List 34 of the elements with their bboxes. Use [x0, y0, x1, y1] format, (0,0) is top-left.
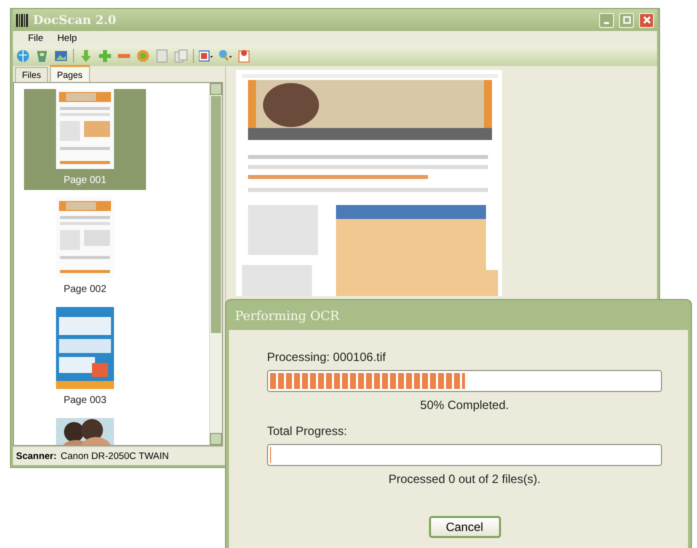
page-thumbnail[interactable]: Page 003 [24, 307, 146, 410]
pages-icon[interactable] [174, 49, 188, 63]
page-label: Page 002 [64, 284, 106, 295]
dialog-title: Performing OCR [234, 306, 341, 325]
page-thumbnail[interactable]: Page 002 [24, 198, 146, 299]
total-progress-label: Total Progress: [267, 424, 348, 438]
down-arrow-icon[interactable] [79, 49, 93, 63]
close-button[interactable] [639, 12, 654, 28]
tab[interactable]: Pages [50, 65, 90, 82]
document-icon[interactable] [155, 49, 169, 63]
window-title: DocScan 2.0 [33, 13, 118, 27]
plus-icon[interactable] [98, 49, 112, 63]
cancel-button[interactable]: Cancel [428, 516, 500, 538]
minimize-button[interactable] [599, 12, 614, 28]
page-label: Page 001 [64, 175, 106, 186]
menu-item[interactable]: Help [57, 33, 77, 44]
progress-status: 50% Completed. [419, 398, 510, 412]
tab[interactable]: Files [15, 67, 48, 82]
image-dropdown-icon[interactable] [199, 49, 213, 63]
total-status: Processed 0 out of 2 files(s). [387, 472, 542, 486]
close-icon [642, 16, 650, 24]
picture-icon[interactable] [54, 49, 68, 63]
app-logo-icon [16, 14, 28, 26]
globe-icon[interactable] [16, 49, 30, 63]
page-label: Page 003 [64, 395, 106, 406]
maximize-icon [622, 16, 630, 24]
status-label: Scanner: [16, 450, 57, 462]
maximize-button[interactable] [619, 12, 634, 28]
processing-label: Processing: 000106.tif [267, 350, 387, 364]
status-value: Canon DR-2050C TWAIN [60, 450, 169, 462]
scrollbar[interactable] [209, 83, 222, 445]
menu-item[interactable]: File [28, 33, 44, 44]
bin-icon[interactable] [35, 49, 49, 63]
zoom-dropdown-icon[interactable] [218, 49, 232, 63]
